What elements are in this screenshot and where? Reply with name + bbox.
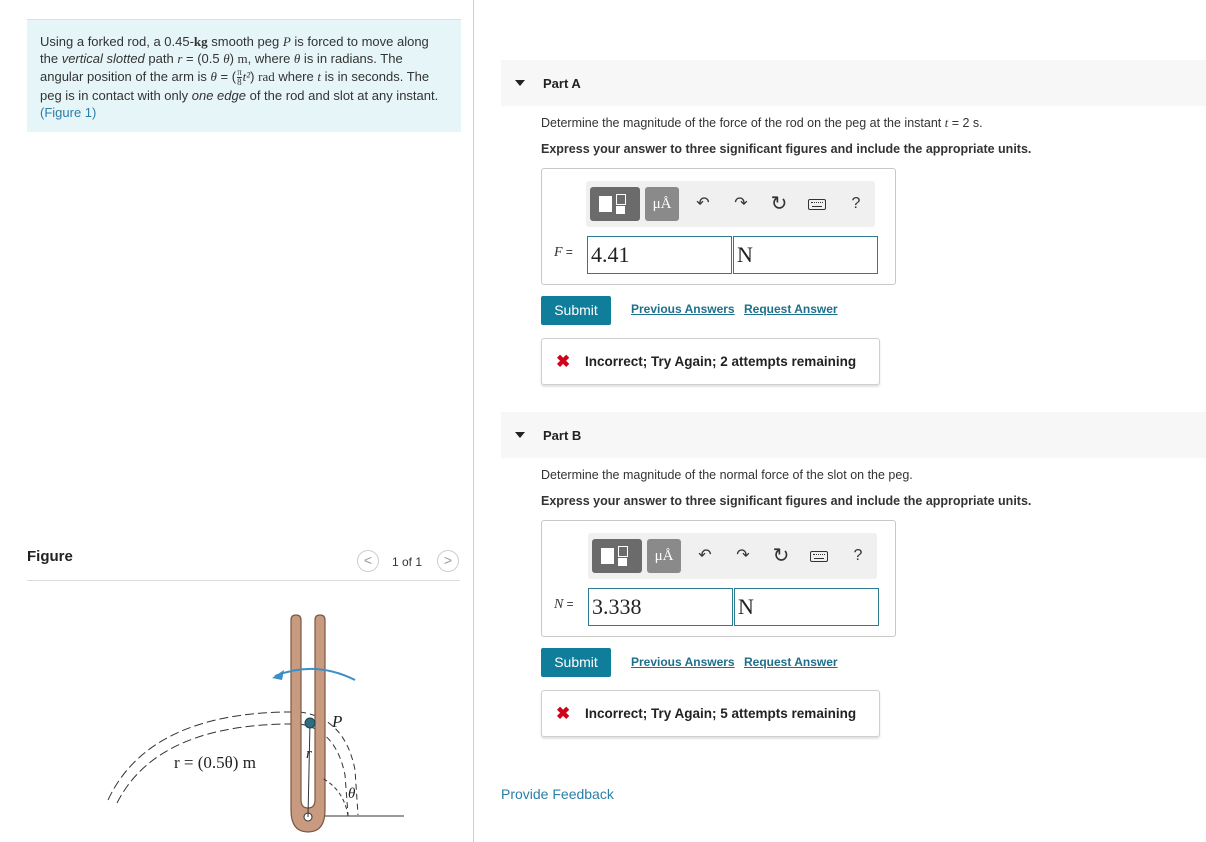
part-a-answer-box: μÅ ↶ ↷ ↻ ? F = 4.41 N [541, 168, 896, 285]
redo-icon[interactable]: ↷ [731, 544, 755, 568]
column-divider [473, 0, 474, 842]
templates-button[interactable] [590, 187, 640, 221]
part-a-label: Part A [543, 76, 581, 91]
templates-button[interactable] [592, 539, 642, 573]
angle-arc [321, 777, 349, 817]
part-a-unit-input[interactable]: N [733, 236, 878, 274]
part-b-submit-button[interactable]: Submit [541, 648, 611, 677]
template-icon [599, 196, 612, 212]
part-a-submit-button[interactable]: Submit [541, 296, 611, 325]
part-b-unit-input[interactable]: N [734, 588, 879, 626]
undo-icon[interactable]: ↶ [691, 192, 715, 216]
reset-icon[interactable]: ↻ [767, 192, 791, 216]
keyboard-icon[interactable] [810, 551, 828, 562]
part-a-feedback: ✖ Incorrect; Try Again; 2 attempts remai… [541, 338, 880, 385]
reset-icon[interactable]: ↻ [769, 544, 793, 568]
peg [304, 717, 316, 729]
part-b-feedback-text: Incorrect; Try Again; 5 attempts remaini… [585, 706, 857, 721]
part-b-label: Part B [543, 428, 582, 443]
collapse-triangle-icon [515, 80, 525, 86]
undo-icon[interactable]: ↶ [693, 544, 717, 568]
figure-next-button[interactable]: > [437, 550, 459, 572]
incorrect-x-icon: ✖ [556, 352, 571, 371]
part-b-question: Determine the magnitude of the normal fo… [541, 468, 913, 482]
template-icon [601, 548, 614, 564]
part-a-instructions: Express your answer to three significant… [541, 142, 1032, 156]
figure-header-divider [27, 580, 460, 581]
figure-title: Figure [27, 548, 73, 565]
part-a-question: Determine the magnitude of the force of … [541, 116, 983, 130]
part-a-header[interactable]: Part A [501, 60, 1206, 106]
figure-counter: 1 of 1 [392, 555, 423, 569]
rotation-arrowhead [272, 670, 284, 680]
part-b-feedback: ✖ Incorrect; Try Again; 5 attempts remai… [541, 690, 880, 737]
provide-feedback-link[interactable]: Provide Feedback [501, 786, 614, 802]
help-button[interactable]: ? [846, 544, 870, 568]
radius-line [307, 721, 311, 818]
part-b-variable-label: N = [554, 597, 574, 612]
part-b-previous-answers-link[interactable]: Previous Answers [631, 655, 735, 669]
help-button[interactable]: ? [844, 192, 868, 216]
units-button[interactable]: μÅ [647, 539, 681, 573]
part-a-value-input[interactable]: 4.41 [587, 236, 732, 274]
part-a-math-toolbar: μÅ ↶ ↷ ↻ ? [586, 181, 875, 227]
angle-label: θ [348, 786, 356, 802]
incorrect-x-icon: ✖ [556, 704, 571, 723]
part-b-instructions: Express your answer to three significant… [541, 494, 1032, 508]
part-a-previous-answers-link[interactable]: Previous Answers [631, 302, 735, 316]
redo-icon[interactable]: ↷ [729, 192, 753, 216]
keyboard-icon[interactable] [808, 199, 826, 210]
path-equation-label: r = (0.5θ) m [174, 753, 256, 772]
units-button[interactable]: μÅ [645, 187, 679, 221]
problem-statement: Using a forked rod, a 0.45-kg smooth peg… [27, 19, 461, 132]
radius-label: r [306, 746, 312, 762]
part-a-request-answer-link[interactable]: Request Answer [744, 302, 838, 316]
figure-forked-rod-diagram: P r r = (0.5θ) m θ [107, 614, 404, 833]
part-b-header[interactable]: Part B [501, 412, 1206, 458]
part-a-variable-label: F = [554, 245, 573, 260]
peg-label: P [331, 712, 342, 731]
part-b-value-input[interactable]: 3.338 [588, 588, 733, 626]
collapse-triangle-icon [515, 432, 525, 438]
figure-link[interactable]: (Figure 1) [40, 105, 96, 120]
figure-prev-button[interactable]: < [357, 550, 379, 572]
pi-over-8: π8 [237, 66, 242, 87]
part-a-feedback-text: Incorrect; Try Again; 2 attempts remaini… [585, 354, 857, 369]
part-b-answer-box: μÅ ↶ ↷ ↻ ? N = 3.338 N [541, 520, 896, 637]
part-b-math-toolbar: μÅ ↶ ↷ ↻ ? [588, 533, 877, 579]
part-b-request-answer-link[interactable]: Request Answer [744, 655, 838, 669]
